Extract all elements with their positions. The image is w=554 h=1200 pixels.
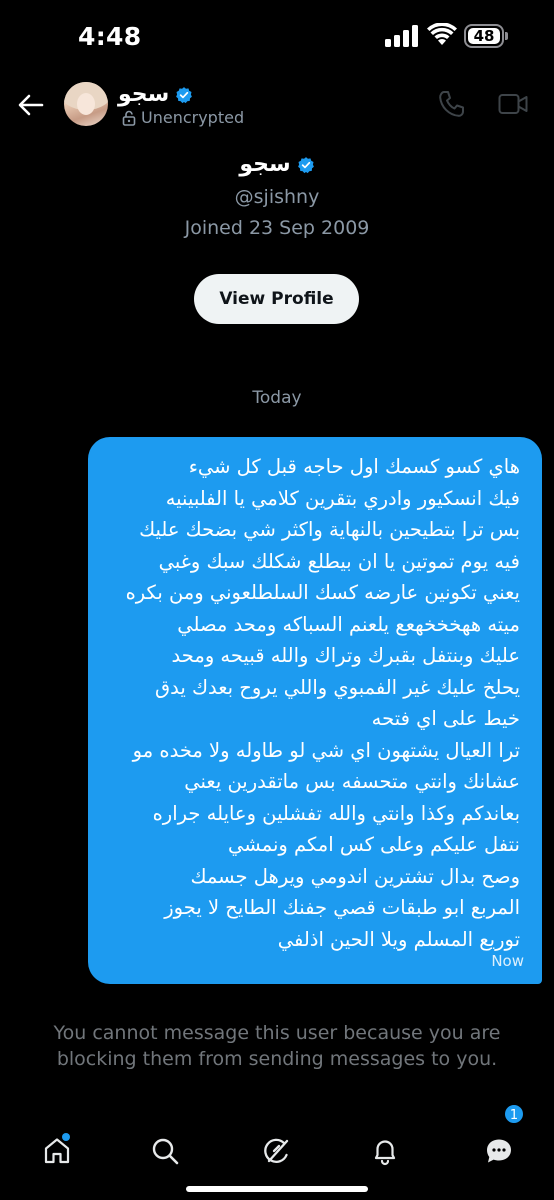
grok-icon[interactable] xyxy=(262,1136,292,1166)
profile-joined-date: Joined 23 Sep 2009 xyxy=(184,217,370,239)
video-call-icon[interactable] xyxy=(498,92,528,116)
header-display-name: سجو xyxy=(118,82,170,107)
verified-badge-icon xyxy=(297,156,314,173)
battery-icon: 48 xyxy=(464,24,504,48)
notifications-icon[interactable] xyxy=(370,1136,400,1166)
encryption-status: Unencrypted xyxy=(122,108,244,127)
header-name-row[interactable]: سجو xyxy=(118,82,193,107)
avatar[interactable] xyxy=(64,82,108,126)
day-separator: Today xyxy=(252,388,302,408)
status-bar: 4:48 48 xyxy=(0,0,554,70)
status-time: 4:48 xyxy=(78,22,142,51)
conversation-header: سجو Unencrypted xyxy=(0,76,554,138)
encryption-status-text: Unencrypted xyxy=(141,108,245,127)
back-arrow-icon[interactable] xyxy=(14,88,48,122)
dm-conversation-screen: 4:48 48 سجو Unencrypted سجو @sjishny Joi… xyxy=(0,0,554,1200)
phone-call-icon[interactable] xyxy=(438,90,464,118)
home-indicator xyxy=(186,1186,368,1192)
wifi-icon xyxy=(427,23,457,45)
messages-badge: 1 xyxy=(503,1103,525,1125)
outgoing-message-bubble[interactable]: هاي كسو كسمك اول حاجه قبل كل شيء فيك انس… xyxy=(88,437,542,984)
blocked-notice: You cannot message this user because you… xyxy=(53,1022,501,1070)
bottom-tab-bar xyxy=(0,1100,554,1200)
search-icon[interactable] xyxy=(150,1136,180,1166)
profile-name-row: سجو xyxy=(0,152,554,177)
cellular-signal-icon xyxy=(385,25,418,47)
view-profile-button[interactable]: View Profile xyxy=(194,274,359,324)
profile-display-name: سجو xyxy=(239,152,291,177)
home-unread-dot xyxy=(62,1133,70,1141)
verified-badge-icon xyxy=(176,86,193,103)
battery-level: 48 xyxy=(468,28,500,44)
battery-cap xyxy=(505,32,508,40)
profile-handle: @sjishny xyxy=(234,186,320,208)
message-text: هاي كسو كسمك اول حاجه قبل كل شيء فيك انس… xyxy=(125,455,520,951)
lock-icon xyxy=(122,110,136,126)
message-timestamp: Now xyxy=(491,952,524,970)
messages-icon[interactable] xyxy=(484,1136,514,1166)
avatar-face xyxy=(77,93,95,115)
